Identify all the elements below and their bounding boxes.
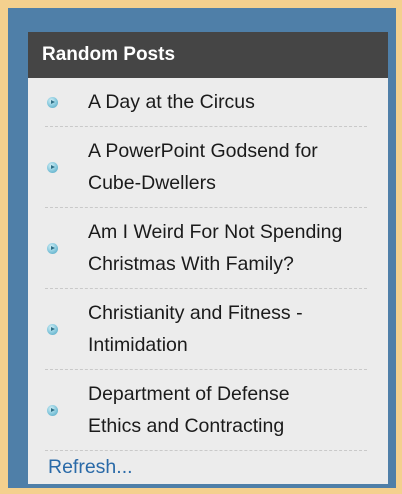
post-title-line: Am I Weird For Not Spending — [88, 221, 343, 243]
play-bullet-icon — [47, 324, 58, 335]
post-item[interactable]: A Day at the Circus — [45, 78, 367, 127]
play-bullet-icon — [47, 243, 58, 254]
post-title-line: Cube-Dwellers — [88, 172, 216, 194]
random-posts-widget: Random Posts A Day at the Circus A Power… — [28, 32, 388, 484]
refresh-link[interactable]: Refresh... — [28, 454, 388, 480]
post-list: A Day at the Circus A PowerPoint Godsend… — [28, 78, 388, 451]
post-title-line: Department of Defense — [88, 383, 290, 405]
play-bullet-icon — [47, 97, 58, 108]
post-item[interactable]: A PowerPoint Godsend for Cube-Dwellers — [45, 127, 367, 208]
post-link[interactable]: Christianity and Fitness - Intimidation — [88, 302, 303, 356]
post-title-line: A PowerPoint Godsend for — [88, 140, 318, 162]
post-title-line: Christmas With Family? — [88, 253, 294, 275]
post-title-line: Intimidation — [88, 334, 188, 356]
post-link[interactable]: A PowerPoint Godsend for Cube-Dwellers — [88, 140, 318, 194]
post-title-line: Christianity and Fitness - — [88, 302, 303, 324]
post-title-line: Ethics and Contracting — [88, 415, 285, 437]
widget-title: Random Posts — [28, 32, 388, 78]
post-item[interactable]: Department of Defense Ethics and Contract… — [45, 370, 367, 451]
post-title-line: A Day at the Circus — [88, 91, 255, 113]
post-item[interactable]: Christianity and Fitness - Intimidation — [45, 289, 367, 370]
widget-frame: Random Posts A Day at the Circus A Power… — [8, 8, 396, 488]
play-bullet-icon — [47, 405, 58, 416]
post-link[interactable]: A Day at the Circus — [88, 91, 255, 113]
play-bullet-icon — [47, 162, 58, 173]
post-link[interactable]: Am I Weird For Not Spending Christmas Wit… — [88, 221, 342, 275]
post-link[interactable]: Department of Defense Ethics and Contract… — [88, 383, 290, 437]
post-item[interactable]: Am I Weird For Not Spending Christmas Wit… — [45, 208, 367, 289]
